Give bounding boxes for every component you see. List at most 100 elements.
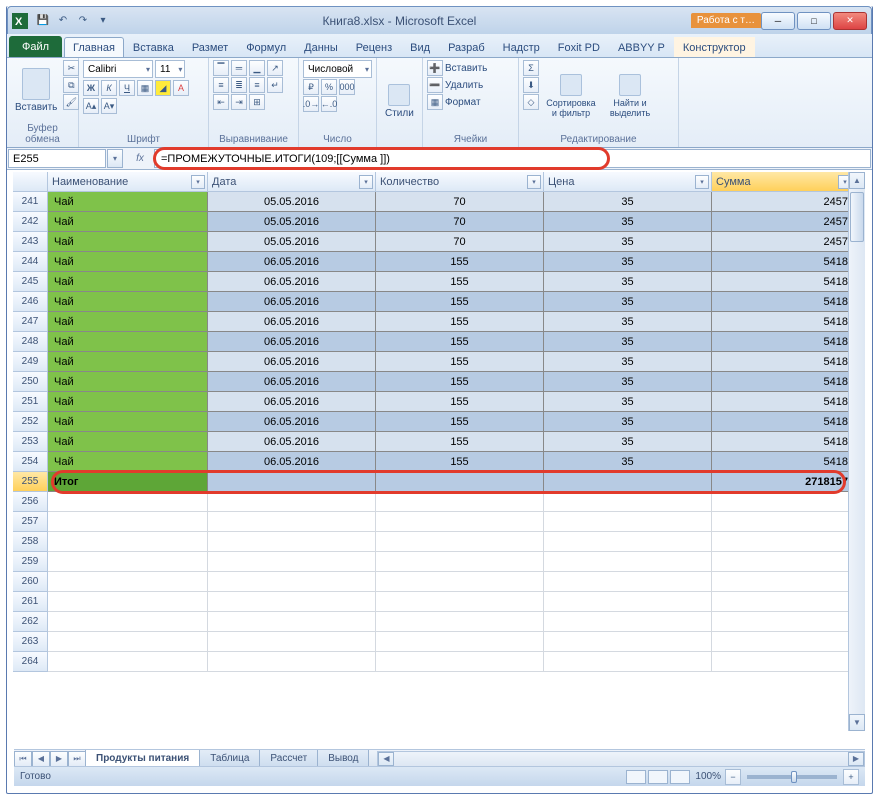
cell[interactable]: 06.05.2016 [208, 352, 376, 372]
column-header[interactable]: Количество▾ [376, 172, 544, 192]
paste-button[interactable]: Вставить [11, 60, 61, 121]
cell[interactable]: Чай [48, 432, 208, 452]
tab-ABBYY P[interactable]: ABBYY P [609, 37, 674, 57]
cell[interactable] [48, 652, 208, 672]
scroll-right-button[interactable]: ▶ [848, 752, 864, 766]
cell[interactable] [712, 572, 855, 592]
row-header[interactable]: 262 [13, 612, 48, 632]
cell[interactable]: 155 [376, 432, 544, 452]
find-select-button[interactable]: Найти и выделить [603, 60, 657, 132]
grow-font-button[interactable]: A▴ [83, 98, 99, 114]
cell[interactable] [376, 472, 544, 492]
cell[interactable]: 70 [376, 212, 544, 232]
worksheet[interactable]: Наименование▾Дата▾Количество▾Цена▾Сумма▾… [13, 172, 866, 749]
cell[interactable]: 5418 [712, 352, 855, 372]
insert-cells-button[interactable]: Вставить [445, 63, 487, 74]
cell[interactable] [544, 472, 712, 492]
cell[interactable] [208, 552, 376, 572]
cell[interactable]: 35 [544, 192, 712, 212]
cell[interactable]: 155 [376, 352, 544, 372]
cell[interactable] [544, 652, 712, 672]
cell[interactable]: 06.05.2016 [208, 312, 376, 332]
cell[interactable]: 2457 [712, 192, 855, 212]
row-header[interactable]: 246 [13, 292, 48, 312]
cell[interactable] [544, 572, 712, 592]
cell[interactable]: 5418 [712, 432, 855, 452]
align-middle-button[interactable]: ═ [231, 60, 247, 76]
horizontal-scrollbar[interactable]: ◀ ▶ [377, 751, 865, 767]
row-header[interactable]: 254 [13, 452, 48, 472]
cell[interactable]: 35 [544, 352, 712, 372]
cell[interactable] [208, 512, 376, 532]
tab-Реценз[interactable]: Реценз [347, 37, 401, 57]
cell[interactable]: 155 [376, 392, 544, 412]
cell[interactable] [712, 592, 855, 612]
tab-Foxit PD[interactable]: Foxit PD [549, 37, 609, 57]
tab-prev-button[interactable]: ◀ [32, 751, 50, 767]
cell[interactable]: 06.05.2016 [208, 412, 376, 432]
cell[interactable]: 35 [544, 452, 712, 472]
cell[interactable]: Чай [48, 372, 208, 392]
tab-file[interactable]: Файл [9, 36, 62, 57]
cell[interactable]: Чай [48, 212, 208, 232]
cell[interactable] [48, 492, 208, 512]
scroll-up-button[interactable]: ▲ [849, 172, 865, 189]
row-header[interactable]: 249 [13, 352, 48, 372]
cell[interactable]: 05.05.2016 [208, 232, 376, 252]
save-icon[interactable]: 💾 [34, 12, 52, 30]
total-label-cell[interactable]: Итог [48, 472, 208, 492]
fill-button[interactable]: ⬇ [523, 77, 539, 93]
row-header[interactable]: 241 [13, 192, 48, 212]
cell[interactable] [712, 652, 855, 672]
cell[interactable]: 35 [544, 372, 712, 392]
cell[interactable]: 05.05.2016 [208, 192, 376, 212]
font-name-combo[interactable]: Calibri [83, 60, 153, 78]
orientation-button[interactable]: ↗ [267, 60, 283, 76]
font-size-combo[interactable]: 11 [155, 60, 185, 78]
cell[interactable]: 155 [376, 332, 544, 352]
bold-button[interactable]: Ж [83, 80, 99, 96]
row-header[interactable]: 243 [13, 232, 48, 252]
cell[interactable]: Чай [48, 292, 208, 312]
cell[interactable] [48, 612, 208, 632]
percent-button[interactable]: % [321, 79, 337, 95]
row-header[interactable]: 261 [13, 592, 48, 612]
cell[interactable] [544, 492, 712, 512]
sheet-tab[interactable]: Вывод [317, 750, 369, 768]
cell[interactable] [376, 572, 544, 592]
wrap-text-button[interactable]: ↵ [267, 77, 283, 93]
cell[interactable] [376, 532, 544, 552]
cell[interactable] [48, 592, 208, 612]
cell[interactable] [376, 612, 544, 632]
cell[interactable]: 06.05.2016 [208, 452, 376, 472]
cell[interactable]: Чай [48, 192, 208, 212]
scroll-thumb[interactable] [850, 192, 864, 242]
row-header[interactable]: 258 [13, 532, 48, 552]
format-cells-button[interactable]: Формат [445, 97, 481, 108]
filter-dropdown-icon[interactable]: ▾ [695, 175, 709, 189]
cell[interactable]: 06.05.2016 [208, 272, 376, 292]
column-header[interactable]: Дата▾ [208, 172, 376, 192]
merge-button[interactable]: ⊞ [249, 94, 265, 110]
cell[interactable]: 5418 [712, 372, 855, 392]
number-format-combo[interactable]: Числовой [303, 60, 372, 78]
row-header[interactable]: 242 [13, 212, 48, 232]
row-header[interactable]: 259 [13, 552, 48, 572]
cell[interactable]: Чай [48, 312, 208, 332]
tab-Вид[interactable]: Вид [401, 37, 439, 57]
cell[interactable] [376, 552, 544, 572]
cell[interactable] [208, 532, 376, 552]
cell[interactable] [376, 512, 544, 532]
column-header[interactable]: Наименование▾ [48, 172, 208, 192]
align-right-button[interactable]: ≡ [249, 77, 265, 93]
tab-next-button[interactable]: ▶ [50, 751, 68, 767]
cell[interactable]: Чай [48, 412, 208, 432]
delete-cells-button[interactable]: Удалить [445, 80, 483, 91]
dec-decimal-button[interactable]: ←.0 [321, 96, 337, 112]
format-cells-icon[interactable]: ▦ [427, 94, 443, 110]
row-header[interactable]: 248 [13, 332, 48, 352]
tab-Разраб[interactable]: Разраб [439, 37, 494, 57]
tab-Вставка[interactable]: Вставка [124, 37, 183, 57]
cell[interactable] [376, 592, 544, 612]
insert-cells-icon[interactable]: ➕ [427, 60, 443, 76]
